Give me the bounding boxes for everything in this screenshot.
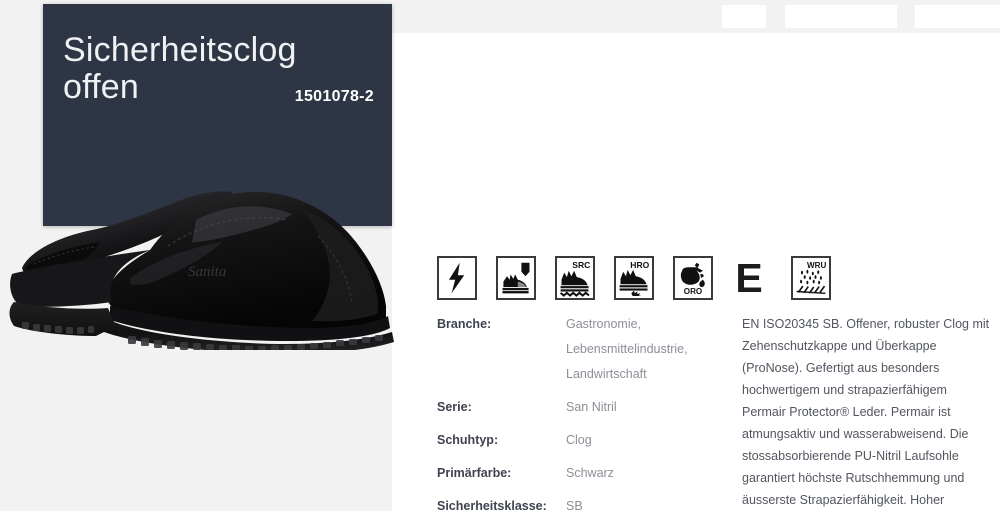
top-placeholder-1[interactable] [722,5,766,28]
wru-water-resistant-icon: WRU [791,256,831,300]
product-description: EN ISO20345 SB. Offener, robuster Clog m… [742,317,990,507]
oro-oil-resistant-icon: ORO [673,256,713,300]
product-detail-page: Sicherheitsclog offen 1501078-2 Sanita S… [0,0,1000,511]
spec-label-primaerfarbe: Primärfarbe: [437,466,512,480]
spec-label-sicherheitsklasse: Sicherheitsklasse: [437,499,547,511]
table-row: Sicherheitsklasse: SB [437,494,722,511]
hro-heat-resistant-icon: HRO [614,256,654,300]
top-placeholder-2[interactable] [785,5,897,28]
svg-text:HRO: HRO [630,260,649,270]
svg-text:Sanita: Sanita [188,264,226,280]
specification-table: Branche: Gastronomie, Lebensmittelindust… [437,312,722,511]
spec-value-primaerfarbe: Schwarz [566,466,614,480]
svg-text:SRC: SRC [572,260,590,270]
table-row: Primärfarbe: Schwarz [437,461,722,486]
svg-text:WRU: WRU [807,261,826,270]
table-row: Schuhtyp: Clog [437,428,722,453]
spec-value-sicherheitsklasse: SB [566,499,583,511]
spec-value-schuhtyp: Clog [566,433,592,447]
spec-label-serie: Serie: [437,400,472,414]
product-image: Sanita [0,150,420,350]
energy-absorption-letter: E [735,256,763,300]
energy-absorption-icon: E [732,256,772,300]
table-row: Serie: San Nitril [437,395,722,420]
toe-cap-icon [496,256,536,300]
src-slip-resistance-icon: SRC [555,256,595,300]
spec-value-line: Lebensmittelindustrie, [566,342,688,356]
product-sku: 1501078-2 [294,88,374,105]
table-row: Branche: Gastronomie, Lebensmittelindust… [437,312,722,387]
top-placeholder-3[interactable] [915,5,1000,28]
safety-icon-strip: SRC HRO ORO E WRU [437,256,831,300]
svg-text:ORO: ORO [684,287,702,296]
spec-label-schuhtyp: Schuhtyp: [437,433,499,447]
spec-value-line: Gastronomie, [566,317,642,331]
spec-label-branche: Branche: [437,317,492,331]
spec-value-branche: Gastronomie, Lebensmittelindustrie, Land… [566,312,688,387]
antistatic-icon [437,256,477,300]
spec-value-serie: San Nitril [566,400,617,414]
clog-shoe-illustration: Sanita [9,191,394,350]
spec-value-line: Landwirtschaft [566,367,647,381]
